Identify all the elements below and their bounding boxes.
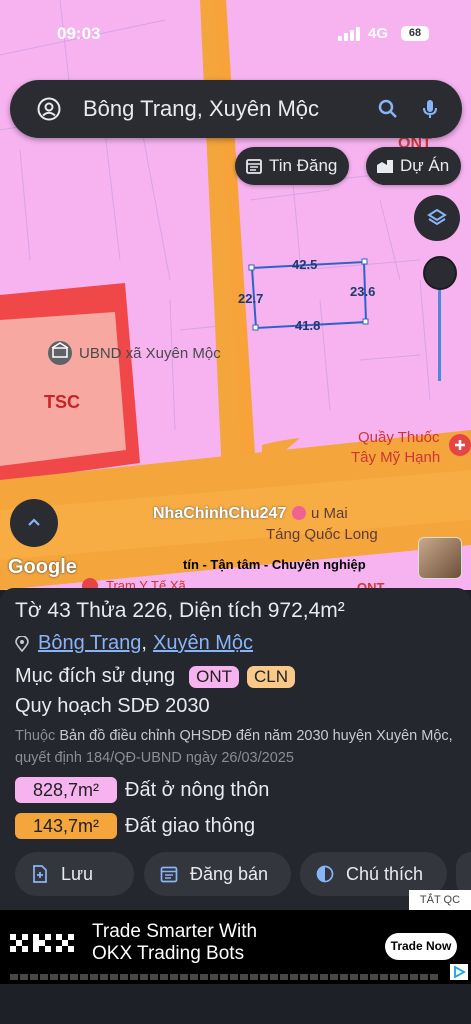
area-row-residential: 828,7m² Đất ở nông thôn — [15, 777, 269, 803]
buildings-icon — [377, 160, 393, 173]
post-sale-button[interactable]: Đăng bán — [144, 852, 291, 896]
chip-posts[interactable]: Tin Đăng — [235, 147, 350, 185]
plan-note: Thuộc Bản đồ điều chỉnh QHSDĐ đến năm 20… — [15, 725, 455, 769]
ad-line-1: Trade Smarter With — [92, 921, 258, 942]
location-row: Bông Trang , Xuyên Mộc — [15, 632, 253, 655]
pharmacy-label-1[interactable]: Quầy Thuốc — [358, 429, 439, 446]
ad-headline: Trade Smarter With OKX Trading Bots — [92, 921, 257, 965]
signal-icon — [338, 27, 362, 41]
search-input[interactable]: Bông Trang, Xuyên Mộc — [83, 96, 376, 122]
ubnd-label[interactable]: UBND xã Xuyên Mộc — [79, 345, 221, 362]
layers-button[interactable] — [414, 195, 460, 241]
ad-line-2: OKX Trading Bots — [92, 943, 245, 964]
funeral-label-2[interactable]: Táng Quốc Long — [266, 526, 378, 543]
chevron-up-icon — [28, 518, 40, 526]
search-bar[interactable]: Bông Trang, Xuyên Mộc — [10, 80, 462, 138]
calendar-icon — [246, 159, 262, 174]
area-row-transport: 143,7m² Đất giao thông — [15, 813, 255, 839]
watermark-text: NhaChinhChu247 — [153, 505, 287, 522]
area-label-residential: Đất ở nông thôn — [125, 778, 270, 801]
status-bar: 09:03 4G 68 — [0, 0, 471, 46]
search-icon[interactable] — [376, 97, 400, 121]
calendar-icon — [160, 866, 178, 883]
hide-ad-badge[interactable]: TẮT QC — [409, 890, 471, 910]
note-main: Bản đồ điều chỉnh QHSDĐ đến năm 2030 huy… — [59, 728, 453, 744]
purpose-row: Mục đích sử dụng ONT CLN — [15, 665, 296, 688]
tag-ont: ONT — [189, 665, 240, 688]
adchoices-icon[interactable] — [450, 964, 468, 980]
okx-logo-icon — [10, 934, 74, 952]
post-sale-label: Đăng bán — [190, 863, 269, 884]
promo-strip: tín - Tận tâm - Chuyên nghiệp — [183, 557, 366, 572]
google-logo: Google — [8, 556, 77, 578]
dimension-bottom: 41.8 — [295, 318, 321, 333]
note-decision: quyết định 184/QĐ-UBND ngày 26/03/2025 — [15, 750, 294, 766]
contrast-icon — [316, 865, 334, 883]
mic-icon[interactable] — [418, 97, 442, 121]
tag-cln: CLN — [247, 665, 296, 688]
action-bar: Lưu Đăng bán Chú thích — [0, 852, 471, 896]
ad-banner[interactable]: Trade Smarter With OKX Trading Bots Trad… — [0, 910, 471, 984]
map-view[interactable]: TSC ONT UBND xã Xuyên Mộc Quầy Thuốc Tây… — [0, 0, 471, 590]
status-time: 09:03 — [57, 24, 101, 43]
legend-label: Chú thích — [346, 863, 424, 884]
chip-projects-label: Dự Án — [400, 156, 450, 175]
chip-posts-label: Tin Đăng — [269, 156, 338, 175]
area-value-residential: 828,7m² — [15, 777, 117, 803]
parcel-info-sheet: Tờ 43 Thửa 226, Diện tích 972,4m² Bông T… — [0, 588, 471, 910]
funeral-label-1[interactable]: u Mai — [311, 505, 348, 522]
collapse-button[interactable] — [10, 499, 58, 547]
ad-disclaimer — [10, 974, 440, 980]
district-link[interactable]: Xuyên Mộc — [153, 632, 253, 655]
dimension-left: 22.7 — [238, 291, 264, 306]
save-button[interactable]: Lưu — [15, 852, 134, 896]
account-icon[interactable] — [37, 97, 61, 121]
note-prefix: Thuộc — [15, 728, 56, 744]
plan-heading: Quy hoạch SDĐ 2030 — [15, 695, 210, 717]
area-label-transport: Đất giao thông — [125, 814, 256, 837]
save-label: Lưu — [61, 863, 94, 884]
save-doc-icon — [33, 865, 47, 883]
bottom-spacer — [0, 984, 471, 1024]
dimension-right: 23.6 — [350, 284, 376, 299]
network-type: 4G — [368, 25, 389, 42]
battery-icon: 68 — [401, 26, 429, 41]
opacity-slider-knob[interactable] — [423, 256, 457, 290]
location-pin-icon — [15, 635, 29, 652]
ward-link[interactable]: Bông Trang — [38, 632, 141, 655]
area-value-transport: 143,7m² — [15, 813, 117, 839]
promo-avatar[interactable] — [418, 537, 462, 579]
purpose-label: Mục đích sử dụng — [15, 665, 176, 687]
layers-icon — [427, 208, 447, 226]
pharmacy-label-2[interactable]: Tây Mỹ Hạnh — [351, 449, 440, 466]
tsc-label: TSC — [44, 392, 80, 412]
ad-cta-button[interactable]: Trade Now — [385, 933, 457, 960]
chip-projects[interactable]: Dự Án — [366, 147, 462, 185]
dimension-top: 42.5 — [292, 257, 318, 272]
parcel-title: Tờ 43 Thửa 226, Diện tích 972,4m² — [15, 599, 345, 622]
